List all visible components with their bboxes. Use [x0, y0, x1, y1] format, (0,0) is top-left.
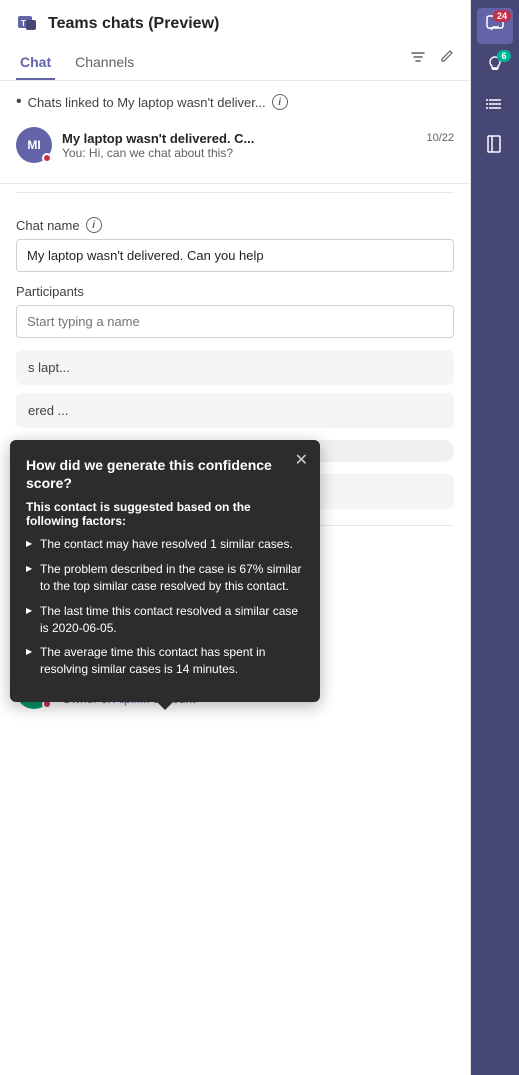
sidebar-book-icon[interactable]: [477, 128, 513, 164]
tooltip-factor-2: The problem described in the case is 67%…: [26, 561, 304, 595]
filter-icon[interactable]: [410, 49, 426, 70]
bullet-point: •: [16, 93, 22, 111]
chat-item-content: My laptop wasn't delivered. C... 10/22 Y…: [62, 131, 454, 160]
header: T Teams chats (Preview) Chat Channels: [0, 0, 470, 81]
chat-name-input[interactable]: [16, 239, 454, 272]
app-title: Teams chats (Preview): [48, 15, 219, 33]
tooltip-factor-1: The contact may have resolved 1 similar …: [26, 536, 304, 553]
partial-card-2[interactable]: ered ...: [16, 393, 454, 428]
compose-icon[interactable]: [438, 49, 454, 70]
sidebar-lightbulb-icon[interactable]: 6: [477, 48, 513, 84]
book-symbol: [485, 134, 505, 159]
chat-section-header: • Chats linked to My laptop wasn't deliv…: [16, 93, 454, 111]
chat-item-name: My laptop wasn't delivered. C...: [62, 131, 254, 146]
tooltip-factors-list: The contact may have resolved 1 similar …: [26, 536, 304, 678]
participants-input[interactable]: [16, 305, 454, 338]
sidebar-chat-icon[interactable]: 24: [477, 8, 513, 44]
participants-label: Participants: [16, 284, 454, 299]
partial-card-1[interactable]: s lapt...: [16, 350, 454, 385]
form-section: Chat name i: [0, 201, 470, 284]
chat-item-time: 10/22: [426, 132, 454, 144]
chat-list-section: • Chats linked to My laptop wasn't deliv…: [0, 81, 470, 184]
svg-text:T: T: [21, 19, 26, 28]
chat-item-row: My laptop wasn't delivered. C... 10/22: [62, 131, 454, 146]
lightbulb-badge: 6: [497, 50, 511, 62]
section-info-icon[interactable]: i: [272, 94, 288, 110]
chat-badge: 24: [493, 10, 511, 22]
partial-text-2: ered ...: [28, 403, 68, 418]
partial-text-1: s lapt...: [28, 360, 70, 375]
chat-item[interactable]: MI My laptop wasn't delivered. C... 10/2…: [16, 119, 454, 171]
teams-logo: T: [16, 12, 40, 36]
partial-cards-area: s lapt... ered ...: [0, 350, 470, 436]
divider-1: [16, 192, 454, 193]
chat-name-label: Chat name i: [16, 217, 454, 233]
sidebar-list-icon[interactable]: [477, 88, 513, 124]
tooltip-factor-3: The last time this contact resolved a si…: [26, 603, 304, 637]
avatar: MI: [16, 127, 52, 163]
right-sidebar: 24 6: [471, 0, 519, 1075]
status-indicator: [42, 153, 52, 163]
tooltip-factor-4: The average time this contact has spent …: [26, 644, 304, 678]
participants-section: Participants: [0, 284, 470, 350]
tooltip-title: How did we generate this confidence scor…: [26, 456, 304, 492]
chat-name-info-icon[interactable]: i: [86, 217, 102, 233]
chat-item-preview: You: Hi, can we chat about this?: [62, 146, 454, 160]
tooltip-subtitle: This contact is suggested based on the f…: [26, 500, 304, 528]
list-symbol: [485, 94, 505, 119]
tabs-row: Chat Channels: [16, 46, 454, 80]
confidence-tooltip: ✕ How did we generate this confidence sc…: [10, 440, 320, 702]
tab-channels[interactable]: Channels: [71, 46, 138, 80]
tooltip-close-button[interactable]: ✕: [295, 450, 308, 470]
chat-section-title: Chats linked to My laptop wasn't deliver…: [28, 95, 266, 110]
tooltip-arrow: [157, 702, 173, 710]
tab-actions: [410, 49, 454, 78]
avatar-initials: MI: [27, 138, 40, 152]
header-title-row: T Teams chats (Preview): [16, 12, 454, 36]
tab-chat[interactable]: Chat: [16, 46, 55, 80]
